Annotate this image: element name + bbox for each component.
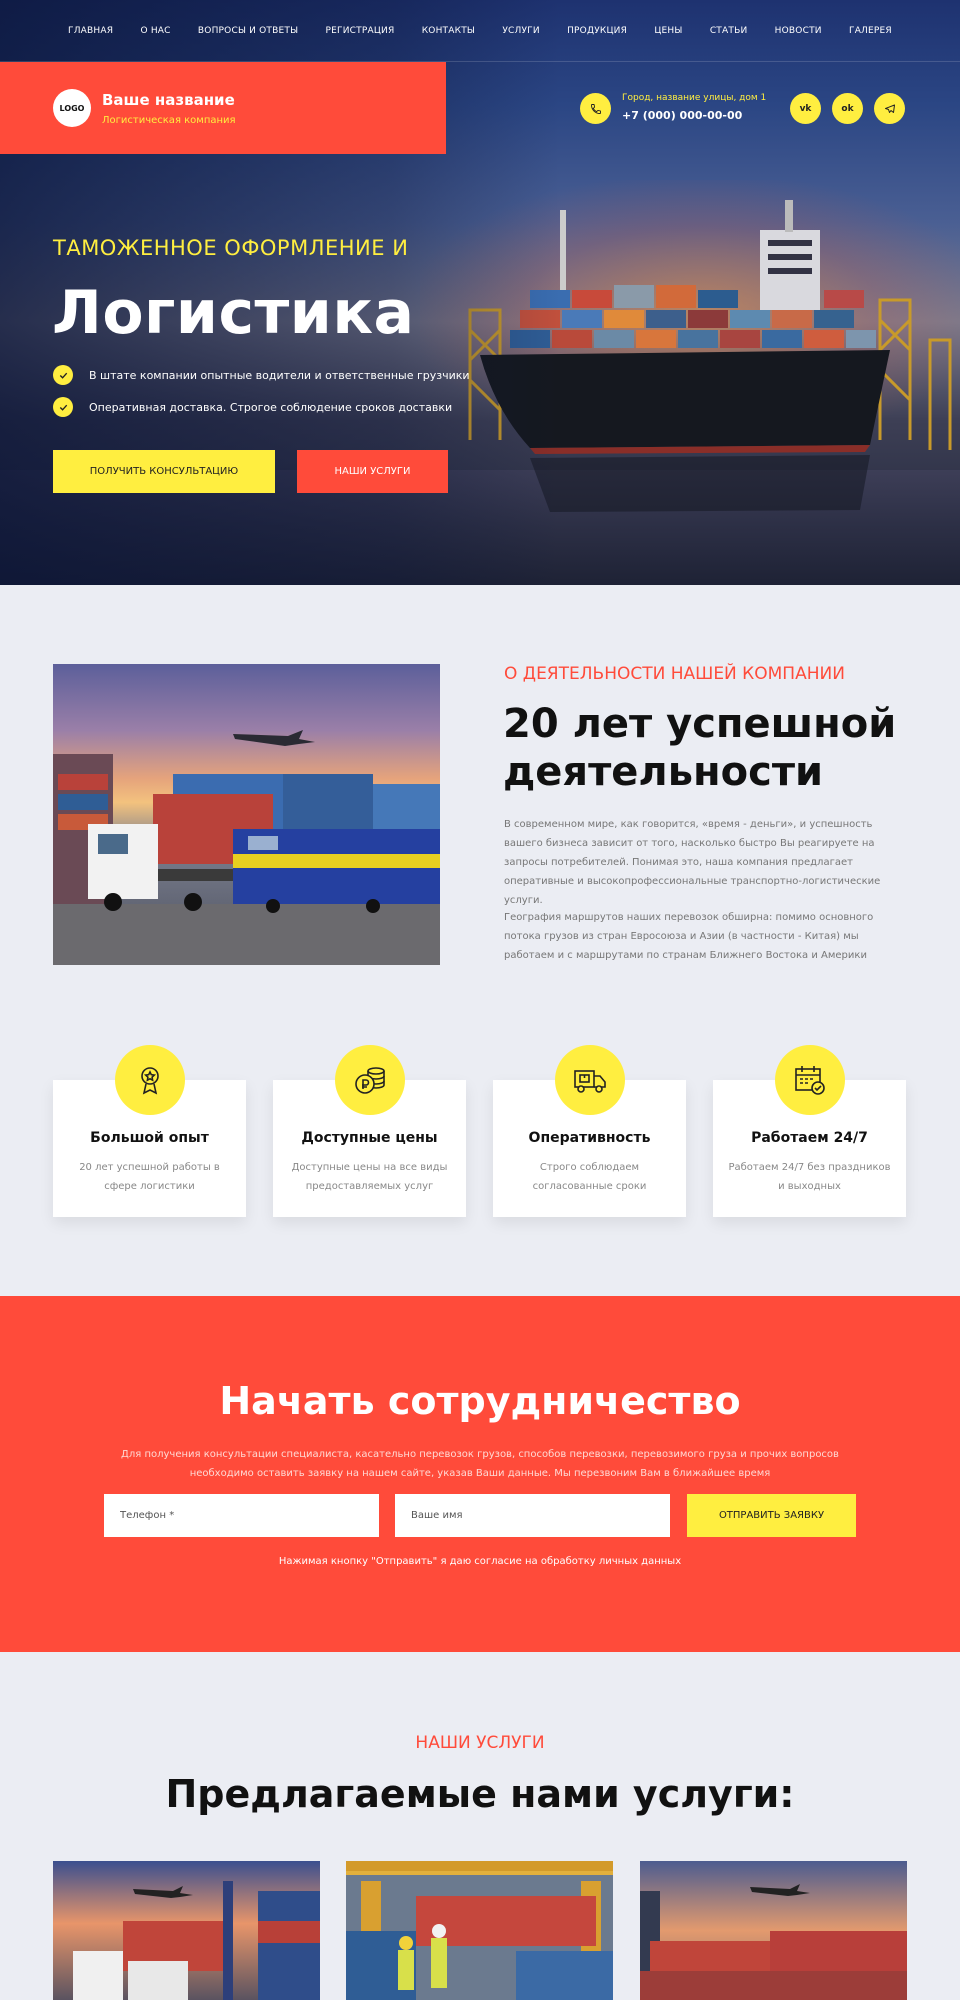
about-paragraph: География маршрутов наших перевозок обши… [504, 912, 874, 961]
service-card-image[interactable] [346, 1861, 613, 2000]
brand-bar: LOGO Ваше название Логистическая компани… [0, 62, 446, 154]
feature-text: 20 лет успешной работы в сфере логистики [79, 1162, 220, 1192]
phone-icon [580, 93, 611, 124]
hero-section: ГЛАВНАЯ О НАС ВОПРОСЫ И ОТВЕТЫ РЕГИСТРАЦ… [0, 0, 960, 585]
award-icon [115, 1045, 185, 1115]
phone-input[interactable] [104, 1494, 379, 1537]
hero-bullet: Оперативная доставка. Строгое соблюдение… [89, 401, 453, 414]
top-navigation: ГЛАВНАЯ О НАС ВОПРОСЫ И ОТВЕТЫ РЕГИСТРАЦ… [0, 0, 960, 62]
nav-item-registration[interactable]: РЕГИСТРАЦИЯ [326, 26, 395, 36]
consultation-button[interactable]: ПОЛУЧИТЬ КОНСУЛЬТАЦИЮ [53, 450, 275, 493]
hero-kicker: ТАМОЖЕННОЕ ОФОРМЛЕНИЕ И [53, 236, 409, 260]
nav-item-news[interactable]: НОВОСТИ [775, 26, 822, 36]
consent-note: Нажимая кнопку "Отправить" я даю согласи… [278, 1556, 682, 1567]
nav-item-articles[interactable]: СТАТЬИ [710, 26, 748, 36]
cta-title: Начать сотрудничество [219, 1379, 741, 1423]
about-title: 20 лет успешной деятельности [503, 701, 897, 795]
service-card-image[interactable] [640, 1861, 907, 2000]
feature-title: Оперативность [528, 1130, 651, 1146]
feature-text: Доступные цены на все виды предоставляем… [291, 1162, 448, 1192]
telegram-icon[interactable] [874, 93, 905, 124]
services-title: Предлагаемые нами услуги: [165, 1772, 795, 1816]
our-services-button[interactable]: НАШИ УСЛУГИ [297, 450, 448, 493]
service-card-image[interactable] [53, 1861, 320, 2000]
nav-item-services[interactable]: УСЛУГИ [502, 26, 539, 36]
feature-title: Работаем 24/7 [751, 1130, 868, 1146]
hero-bullet: В штате компании опытные водители и отве… [89, 369, 470, 382]
nav-item-contacts[interactable]: КОНТАКТЫ [422, 26, 475, 36]
contact-phone[interactable]: +7 (000) 000-00-00 [622, 109, 742, 122]
coins-icon [335, 1045, 405, 1115]
feature-title: Доступные цены [301, 1130, 438, 1146]
odnoklassniki-icon[interactable]: ok [832, 93, 863, 124]
nav-item-gallery[interactable]: ГАЛЕРЕЯ [849, 26, 892, 36]
cta-description: Для получения консультации специалиста, … [121, 1449, 839, 1479]
calendar-check-icon [775, 1045, 845, 1115]
nav-item-prices[interactable]: ЦЕНЫ [654, 26, 682, 36]
hero-title: Логистика [52, 278, 415, 348]
nav-item-home[interactable]: ГЛАВНАЯ [68, 26, 113, 36]
delivery-truck-icon [555, 1045, 625, 1115]
brand-subtitle: Логистическая компания [102, 115, 236, 126]
feature-text: Строго соблюдаем согласованные сроки [532, 1162, 647, 1192]
checkmark-icon [53, 397, 73, 417]
about-paragraph: В современном мире, как говорится, «врем… [504, 819, 881, 906]
logistics-photo [53, 664, 440, 965]
nav-item-products[interactable]: ПРОДУКЦИЯ [567, 26, 627, 36]
feature-title: Большой опыт [90, 1130, 209, 1146]
contact-address: Город, название улицы, дом 1 [622, 93, 767, 103]
feature-text: Работаем 24/7 без праздников и выходных [728, 1162, 891, 1192]
name-input[interactable] [395, 1494, 670, 1537]
services-kicker: НАШИ УСЛУГИ [415, 1733, 545, 1753]
checkmark-icon [53, 365, 73, 385]
nav-item-about[interactable]: О НАС [140, 26, 170, 36]
vk-icon[interactable]: vk [790, 93, 821, 124]
submit-request-button[interactable]: ОТПРАВИТЬ ЗАЯВКУ [687, 1494, 856, 1537]
about-kicker: О ДЕЯТЕЛЬНОСТИ НАШЕЙ КОМПАНИИ [504, 664, 845, 684]
brand-name: Ваше название [102, 91, 235, 109]
logo[interactable]: LOGO [53, 89, 91, 127]
nav-item-faq[interactable]: ВОПРОСЫ И ОТВЕТЫ [198, 26, 298, 36]
cta-section: Начать сотрудничество Для получения конс… [0, 1296, 960, 1652]
